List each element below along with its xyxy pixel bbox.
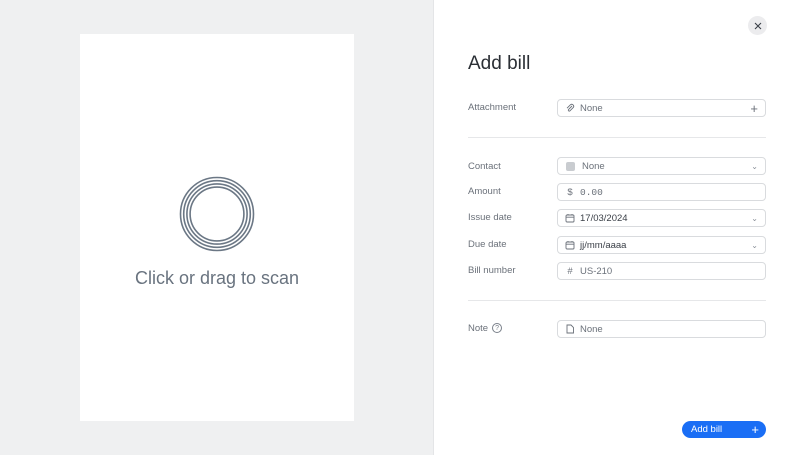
- note-label-text: Note: [468, 323, 489, 334]
- page-title: Add bill: [468, 53, 531, 74]
- amount-input[interactable]: $ 0.00: [557, 183, 766, 201]
- scan-dropzone[interactable]: Click or drag to scan: [80, 34, 354, 421]
- amount-label: Amount: [468, 186, 501, 197]
- bill-number-label: Bill number: [468, 265, 516, 276]
- due-date-picker[interactable]: jj/mm/aaaa ⌄: [557, 236, 766, 254]
- due-date-label: Due date: [468, 239, 507, 250]
- issue-date-picker[interactable]: 17/03/2024 ⌄: [557, 209, 766, 227]
- bill-number-input[interactable]: # US-210: [557, 262, 766, 280]
- scan-prompt: Click or drag to scan: [134, 268, 300, 288]
- scan-rings-icon: [179, 176, 255, 252]
- dollar-icon: $: [567, 186, 573, 198]
- hash-icon: #: [567, 265, 573, 277]
- chevron-down-icon: ⌄: [751, 161, 758, 171]
- paperclip-icon: [565, 103, 575, 113]
- due-date-placeholder: jj/mm/aaaa: [580, 239, 627, 251]
- calendar-icon: [565, 213, 575, 223]
- calendar-icon: [565, 240, 575, 250]
- contact-avatar-icon: [565, 161, 575, 171]
- attachment-value: None: [580, 102, 603, 114]
- plus-icon[interactable]: +: [750, 101, 758, 116]
- close-icon: [754, 22, 761, 29]
- note-label: Note?: [468, 323, 503, 334]
- add-bill-button[interactable]: Add bill +: [682, 421, 766, 438]
- document-icon: [565, 324, 575, 334]
- contact-select[interactable]: None ⌄: [557, 157, 766, 175]
- issue-date-value: 17/03/2024: [580, 212, 628, 224]
- help-icon[interactable]: ?: [492, 323, 503, 334]
- note-value: None: [580, 323, 603, 335]
- plus-icon: +: [751, 422, 759, 437]
- amount-placeholder: 0.00: [580, 186, 603, 198]
- contact-label: Contact: [468, 161, 501, 172]
- attachment-label: Attachment: [468, 102, 517, 113]
- divider: [468, 137, 766, 138]
- add-bill-label: Add bill: [691, 424, 723, 435]
- contact-value: None: [582, 160, 605, 172]
- attachment-field[interactable]: None +: [557, 99, 766, 117]
- issue-date-label: Issue date: [468, 212, 512, 223]
- close-button[interactable]: [748, 16, 767, 35]
- divider: [468, 300, 766, 301]
- scan-pane: Click or drag to scan: [0, 0, 434, 455]
- chevron-down-icon: ⌄: [751, 213, 758, 223]
- chevron-down-icon: ⌄: [751, 240, 758, 250]
- bill-number-value: US-210: [580, 265, 613, 277]
- note-input[interactable]: None: [557, 320, 766, 338]
